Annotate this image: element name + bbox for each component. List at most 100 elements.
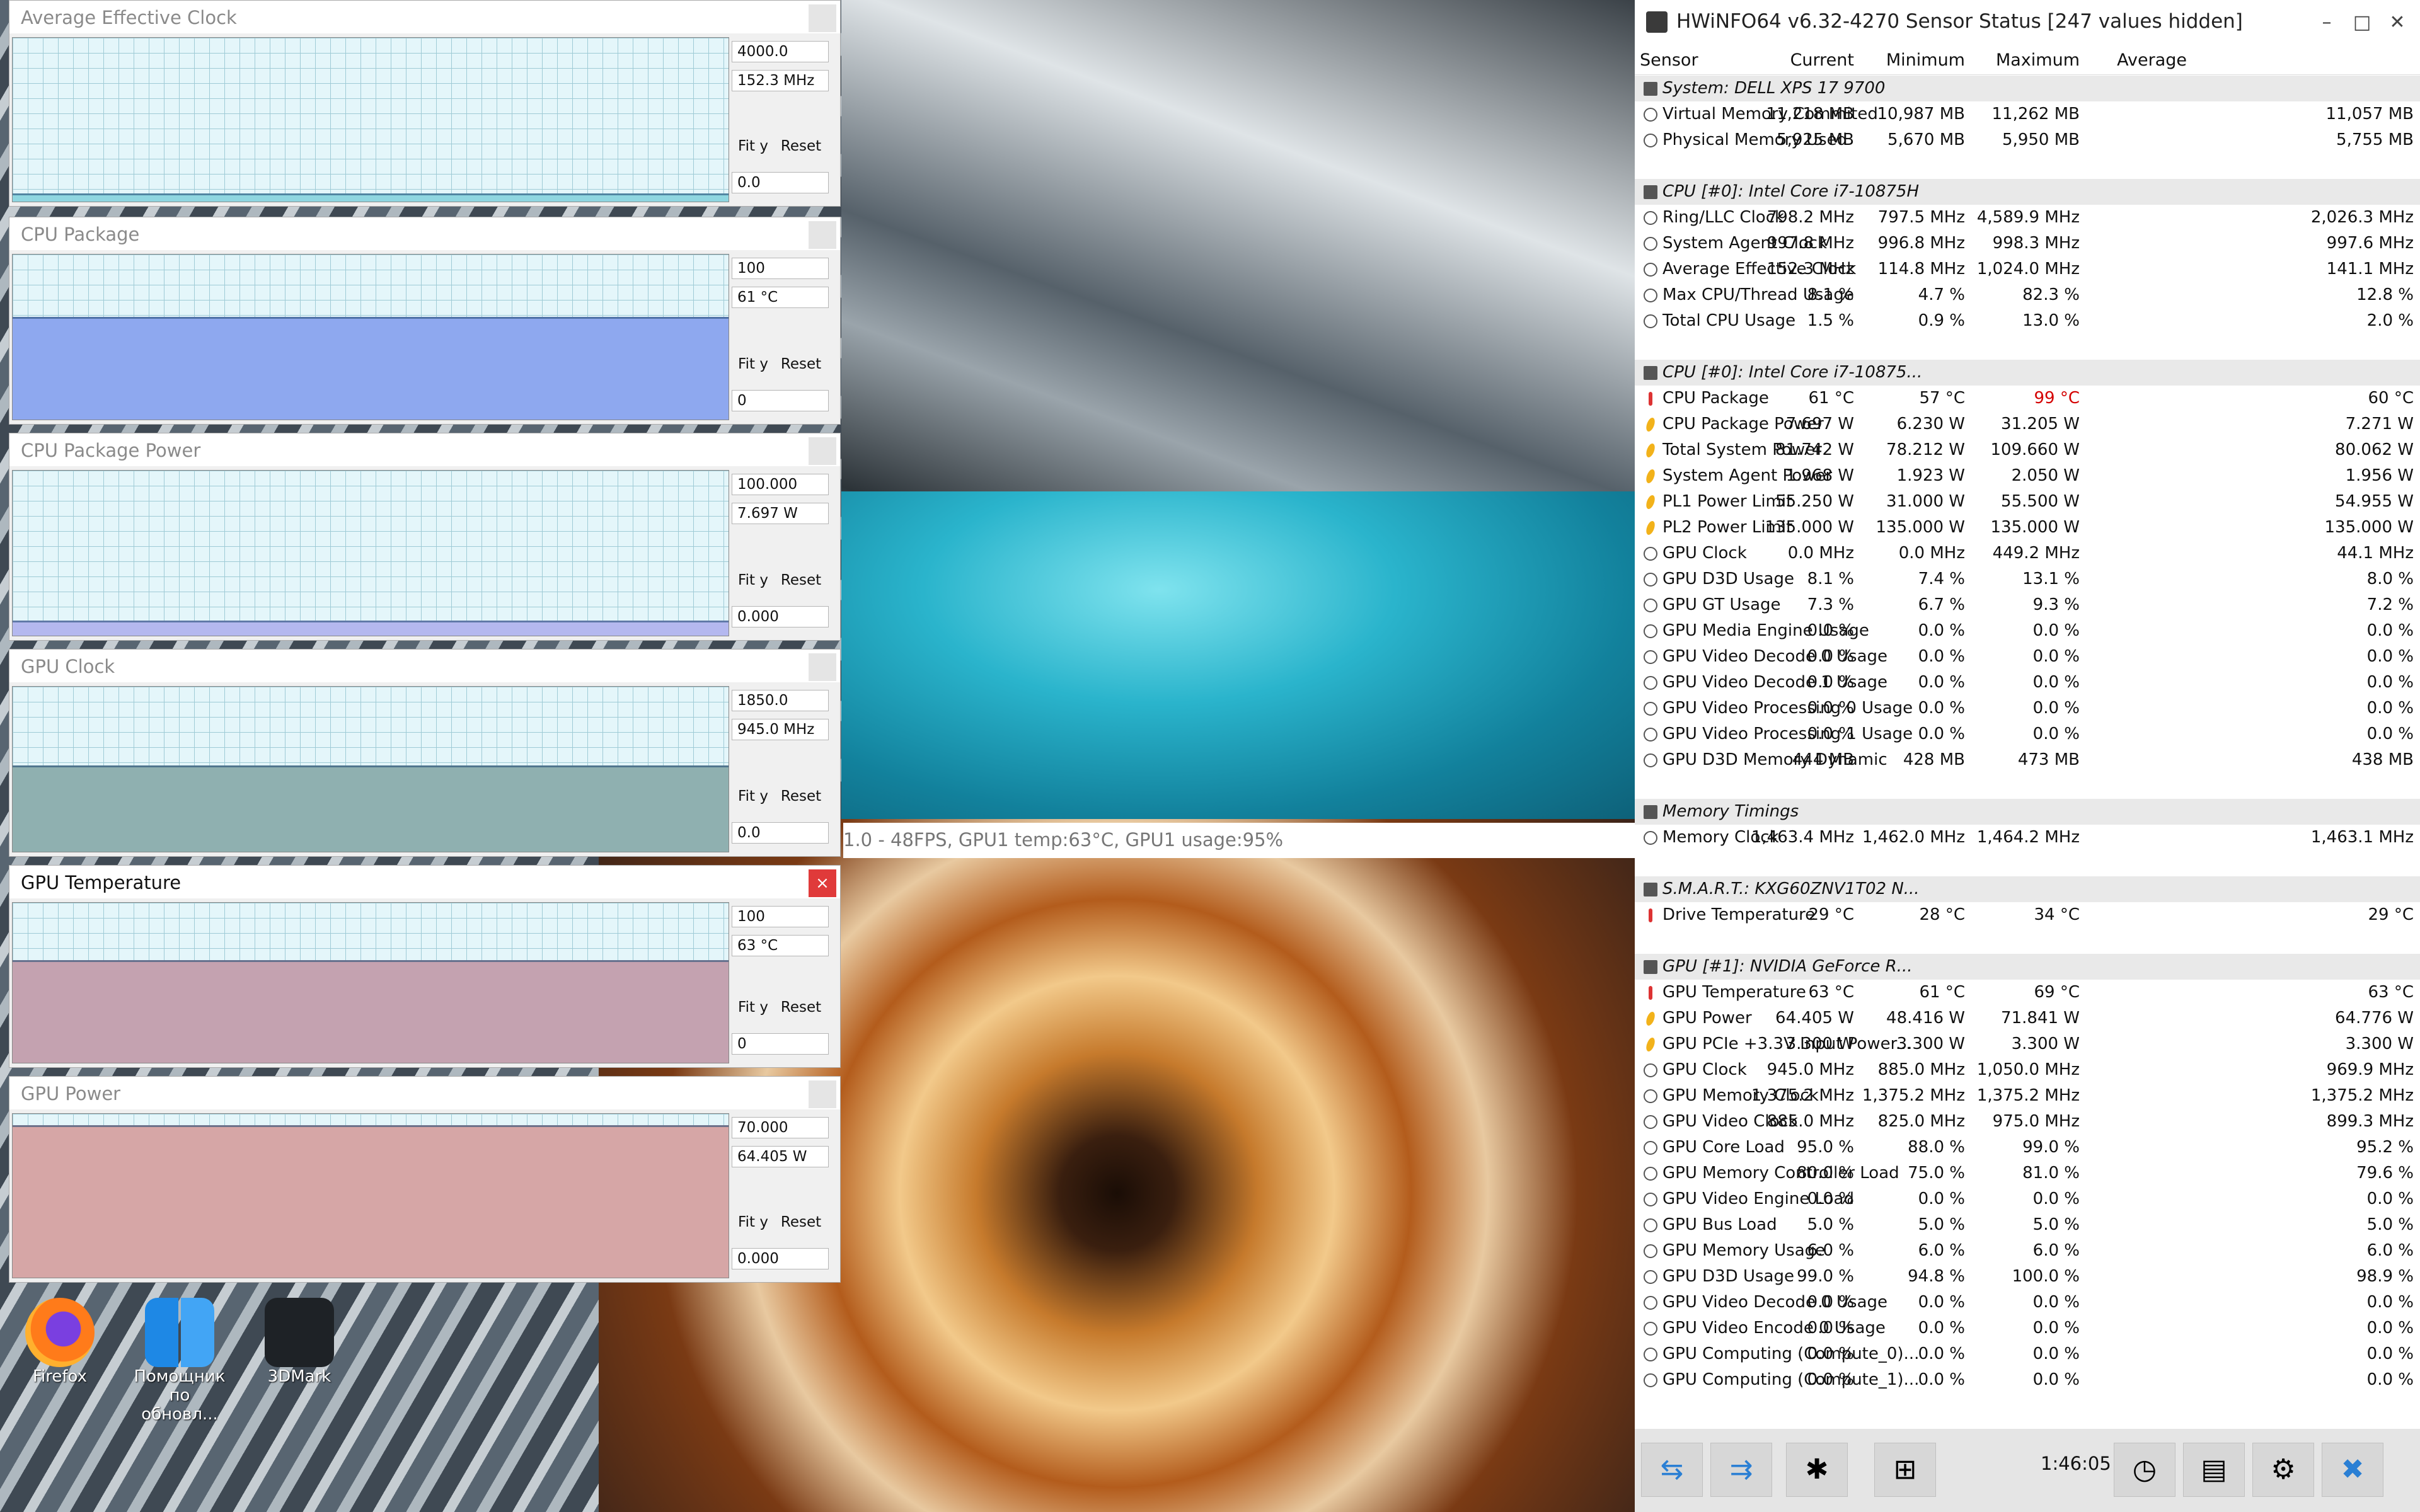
graph-titlebar[interactable]: GPU Clock [9,650,840,682]
sensor-row[interactable]: GPU PCIe +3.3V Input Power... 3.300 W 3.… [1635,1031,2420,1057]
sensor-row[interactable]: GPU Media Engine Usage 0.0 % 0.0 % 0.0 %… [1635,618,2420,644]
maximize-icon[interactable]: □ [2344,6,2380,39]
fit-y-button[interactable]: Fit y [732,1210,775,1234]
close-icon[interactable]: × [809,869,836,897]
reset-button[interactable]: Reset [780,784,822,808]
fit-y-button[interactable]: Fit y [732,568,775,592]
column-header-average[interactable]: Average [2117,50,2187,70]
desktop-icon-update-assistant[interactable]: Помощник по обновл... [132,1298,227,1424]
sensor-row[interactable]: Total CPU Usage 1.5 % 0.9 % 13.0 % 2.0 % [1635,308,2420,334]
graph-window-button[interactable] [809,653,836,681]
sensor-row[interactable]: GPU Video Clock 885.0 MHz 825.0 MHz 975.… [1635,1109,2420,1135]
sensor-row[interactable]: Total System Power 81.742 W 78.212 W 109… [1635,437,2420,463]
close-icon[interactable]: ✕ [2380,6,2415,39]
sensor-row[interactable]: GPU Memory Usage 6.0 % 6.0 % 6.0 % 6.0 % [1635,1238,2420,1264]
report-add-icon[interactable]: ▤ [2183,1443,2245,1497]
graph-titlebar[interactable]: CPU Package Power [9,433,840,466]
reset-button[interactable]: Reset [780,352,822,376]
sensor-row[interactable]: Drive Temperature 29 °C 28 °C 34 °C 29 °… [1635,902,2420,928]
graph-window-button[interactable] [809,221,836,249]
close-x-icon[interactable]: ✖ [2322,1443,2383,1497]
sensor-row[interactable]: GPU Bus Load 5.0 % 5.0 % 5.0 % 5.0 % [1635,1212,2420,1238]
graph-max-value[interactable]: 1850.0 [732,690,829,711]
graph-min-value[interactable]: 0 [732,1033,829,1055]
fit-y-button[interactable]: Fit y [732,784,775,808]
graph-max-value[interactable]: 100.000 [732,474,829,495]
sensor-row[interactable]: GPU Video Processing 1 Usage 0.0 % 0.0 %… [1635,721,2420,747]
column-header-maximum[interactable]: Maximum [1996,50,2080,70]
sensor-row[interactable]: Max CPU/Thread Usage 8.1 % 4.7 % 82.3 % … [1635,282,2420,308]
graph-min-value[interactable]: 0.000 [732,1248,829,1269]
sensor-row[interactable]: GPU Core Load 95.0 % 88.0 % 99.0 % 95.2 … [1635,1135,2420,1160]
graph-max-value[interactable]: 100 [732,258,829,279]
sensor-row[interactable]: GPU D3D Usage 8.1 % 7.4 % 13.1 % 8.0 % [1635,566,2420,592]
sensor-row[interactable]: GPU Computing (Compute_0)... 0.0 % 0.0 %… [1635,1341,2420,1367]
furmark-window-titlebar[interactable]: 1.0 - 48FPS, GPU1 temp:63°C, GPU1 usage:… [843,823,1635,858]
sensor-row[interactable]: GPU Video Processing 0 Usage 0.0 % 0.0 %… [1635,696,2420,721]
nav-left-right-icon[interactable]: ⇆ [1641,1443,1703,1497]
sensor-row[interactable]: GPU Power 64.405 W 48.416 W 71.841 W 64.… [1635,1005,2420,1031]
sensor-group-row[interactable]: Memory Timings [1635,799,2420,825]
sensor-row[interactable]: GPU GT Usage 7.3 % 6.7 % 9.3 % 7.2 % [1635,592,2420,618]
sensor-group-row[interactable]: System: DELL XPS 17 9700 [1635,76,2420,101]
sensor-group-row[interactable]: CPU [#0]: Intel Core i7-10875... [1635,360,2420,386]
reset-button[interactable]: Reset [780,134,822,158]
sensor-row[interactable]: Average Effective Clock 152.3 MHz 114.8 … [1635,256,2420,282]
graph-max-value[interactable]: 4000.0 [732,41,829,62]
minimize-icon[interactable]: – [2309,6,2344,39]
clock-icon[interactable]: ◷ [2114,1443,2175,1497]
fan-icon[interactable]: ✱ [1786,1443,1848,1497]
reset-button[interactable]: Reset [780,1210,822,1234]
graph-min-value[interactable]: 0.0 [732,822,829,844]
sensor-row[interactable]: System Agent Clock 997.8 MHz 996.8 MHz 9… [1635,231,2420,256]
graph-window-button[interactable] [809,437,836,465]
column-header-sensor[interactable]: Sensor [1640,50,1698,70]
graph-titlebar[interactable]: Average Effective Clock [9,1,840,33]
column-header-current[interactable]: Current [1790,50,1854,70]
sensor-row[interactable]: GPU D3D Usage 99.0 % 94.8 % 100.0 % 98.9… [1635,1264,2420,1290]
desktop-icon-firefox[interactable]: Firefox [13,1298,107,1386]
sensor-row[interactable]: Memory Clock 1,463.4 MHz 1,462.0 MHz 1,4… [1635,825,2420,850]
desktop-icon-3dmark[interactable]: 3DMark [252,1298,347,1386]
sensor-row[interactable]: CPU Package Power 7.697 W 6.230 W 31.205… [1635,411,2420,437]
nav-collapse-icon[interactable]: ⇉ [1710,1443,1772,1497]
settings-gear-icon[interactable]: ⚙ [2252,1443,2314,1497]
sensor-row[interactable]: GPU Temperature 63 °C 61 °C 69 °C 63 °C [1635,980,2420,1005]
sensor-row[interactable]: GPU D3D Memory Dynamic 444 MB 428 MB 473… [1635,747,2420,773]
sensor-group-row[interactable]: S.M.A.R.T.: KXG60ZNV1T02 N... [1635,876,2420,902]
graph-min-value[interactable]: 0 [732,390,829,411]
reset-button[interactable]: Reset [780,568,822,592]
sensor-row[interactable]: GPU Memory Clock 1,375.2 MHz 1,375.2 MHz… [1635,1083,2420,1109]
sensor-row[interactable]: GPU Video Decode 0 Usage 0.0 % 0.0 % 0.0… [1635,1290,2420,1315]
graph-max-value[interactable]: 70.000 [732,1117,829,1138]
graph-window-button[interactable] [809,1080,836,1108]
graph-window-button[interactable] [809,4,836,32]
sensor-row[interactable]: Physical Memory Used 5,925 MB 5,670 MB 5… [1635,127,2420,153]
graph-max-value[interactable]: 100 [732,906,829,927]
network-icon[interactable]: ⊞ [1874,1443,1936,1497]
sensor-row[interactable]: GPU Video Decode 0 Usage 0.0 % 0.0 % 0.0… [1635,644,2420,670]
sensor-group-row[interactable]: GPU [#1]: NVIDIA GeForce R... [1635,954,2420,980]
reset-button[interactable]: Reset [780,995,822,1019]
column-header-minimum[interactable]: Minimum [1886,50,1965,70]
fit-y-button[interactable]: Fit y [732,352,775,376]
hwinfo-titlebar[interactable]: HWiNFO64 v6.32-4270 Sensor Status [247 v… [1635,0,2420,45]
sensor-row[interactable]: PL1 Power Limit 55.250 W 31.000 W 55.500… [1635,489,2420,515]
sensor-row[interactable]: GPU Video Engine Load 0.0 % 0.0 % 0.0 % … [1635,1186,2420,1212]
sensor-row[interactable]: CPU Package 61 °C 57 °C 99 °C 60 °C [1635,386,2420,411]
fit-y-button[interactable]: Fit y [732,995,775,1019]
sensor-row[interactable]: Virtual Memory Commited 11,218 MB 10,987… [1635,101,2420,127]
sensor-row[interactable]: GPU Video Decode 1 Usage 0.0 % 0.0 % 0.0… [1635,670,2420,696]
sensor-row[interactable]: GPU Computing (Compute_1)... 0.0 % 0.0 %… [1635,1367,2420,1393]
sensor-row[interactable]: GPU Memory Controller Load 80.0 % 75.0 %… [1635,1160,2420,1186]
sensor-group-row[interactable]: CPU [#0]: Intel Core i7-10875H [1635,179,2420,205]
graph-min-value[interactable]: 0.000 [732,606,829,627]
graph-titlebar[interactable]: GPU Power [9,1077,840,1109]
sensor-row[interactable]: GPU Video Encode 0 Usage 0.0 % 0.0 % 0.0… [1635,1315,2420,1341]
graph-titlebar[interactable]: CPU Package [9,217,840,250]
sensor-row[interactable]: Ring/LLC Clock 798.2 MHz 797.5 MHz 4,589… [1635,205,2420,231]
sensor-row[interactable]: GPU Clock 0.0 MHz 0.0 MHz 449.2 MHz 44.1… [1635,541,2420,566]
sensor-row[interactable]: GPU Clock 945.0 MHz 885.0 MHz 1,050.0 MH… [1635,1057,2420,1083]
fit-y-button[interactable]: Fit y [732,134,775,158]
sensor-row[interactable]: System Agent Power 1.968 W 1.923 W 2.050… [1635,463,2420,489]
